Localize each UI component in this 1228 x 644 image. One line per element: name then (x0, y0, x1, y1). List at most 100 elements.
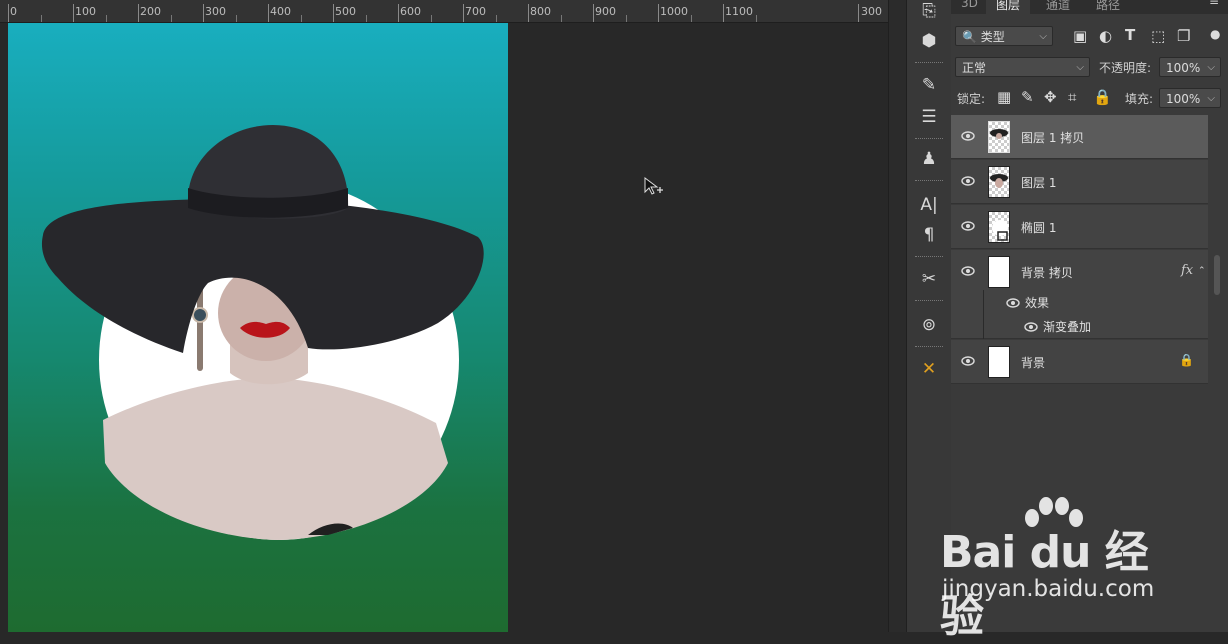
image-filter-icon[interactable]: ▣ (1073, 28, 1087, 44)
lock-icon: 🔒 (1179, 353, 1194, 367)
ruler-minor-tick (171, 15, 172, 22)
visibility-eye-icon[interactable] (1024, 320, 1038, 334)
visibility-eye-icon[interactable] (1006, 296, 1020, 310)
divider (915, 256, 943, 259)
visibility-eye-icon[interactable] (961, 354, 975, 368)
paragraph-icon[interactable]: ¶ (915, 222, 943, 248)
divider (915, 300, 943, 303)
layers-scrollbar[interactable] (1208, 115, 1228, 632)
lock-transparent-pixels-icon[interactable]: ▦ (997, 89, 1011, 105)
opacity-field[interactable]: 100% ⌵ (1159, 57, 1221, 77)
layer-thumbnail (988, 346, 1010, 378)
history-icon[interactable]: ⎘ (915, 0, 943, 24)
blend-mode-value: 正常 (962, 61, 987, 75)
layer-thumbnail (988, 166, 1010, 198)
fill-label: 填充: (1125, 92, 1154, 106)
ruler-tick (398, 4, 399, 22)
visibility-eye-icon[interactable] (961, 129, 975, 143)
brush-presets-icon[interactable]: ✎ (915, 72, 943, 98)
panel-menu-icon[interactable]: ≡ (1209, 0, 1219, 8)
ruler-tick (858, 4, 859, 22)
search-icon: 🔍 (962, 30, 977, 44)
ruler-minor-tick (301, 15, 302, 22)
filter-kind-label: 类型 (980, 30, 1005, 44)
layer-row[interactable]: 图层 1 拷贝 (951, 115, 1208, 159)
layer-name: 背景 (1021, 356, 1046, 370)
fill-field[interactable]: 100% ⌵ (1159, 88, 1221, 108)
ruler-minor-tick (626, 15, 627, 22)
expand-effects-icon[interactable]: ⌃ (1198, 266, 1206, 276)
ruler-label: 800 (530, 5, 551, 18)
document-canvas[interactable] (8, 23, 508, 632)
ruler-tick (333, 4, 334, 22)
filter-kind-select[interactable]: 🔍 类型 ⌵ (955, 26, 1053, 46)
blend-mode-select[interactable]: 正常 ⌵ (955, 57, 1090, 77)
type-filter-icon[interactable]: T (1125, 27, 1135, 43)
fill-value: 100% (1166, 92, 1201, 106)
adjustments-icon[interactable]: ☰ (915, 104, 943, 130)
gradient-overlay-effect: 渐变叠加 (1043, 320, 1092, 334)
layer-name: 图层 1 拷贝 (1021, 131, 1085, 145)
layer-row[interactable]: 椭圆 1 (951, 205, 1208, 249)
ruler-tick (73, 4, 74, 22)
horizontal-ruler[interactable]: 0 100 200 300 400 500 600 700 800 900 10… (0, 0, 888, 23)
opacity-value: 100% (1166, 61, 1201, 75)
fx-icon[interactable]: fx (1181, 263, 1193, 278)
visibility-eye-icon[interactable] (961, 264, 975, 278)
lock-image-pixels-icon[interactable]: ✎ (1021, 89, 1034, 105)
adjustment-filter-icon[interactable]: ◐ (1099, 28, 1112, 44)
ruler-tick (723, 4, 724, 22)
chevron-down-icon: ⌵ (1207, 93, 1215, 104)
ruler-tick (463, 4, 464, 22)
ruler-minor-tick (366, 15, 367, 22)
smart-object-filter-icon[interactable]: ❐ (1177, 28, 1190, 44)
clone-source-icon[interactable]: ♟ (915, 146, 943, 172)
divider (915, 346, 943, 349)
lock-artboard-icon[interactable]: ⌗ (1068, 89, 1076, 105)
layer-thumbnail (988, 121, 1010, 153)
effects-tree-line (983, 290, 984, 339)
filter-toggle-icon[interactable]: ● (1210, 26, 1220, 42)
ruler-minor-tick (561, 15, 562, 22)
effect-row[interactable]: 渐变叠加 (951, 314, 1208, 339)
visibility-eye-icon[interactable] (961, 174, 975, 188)
plugin-tools-icon[interactable]: ✕ (915, 356, 943, 382)
ruler-minor-tick (756, 15, 757, 22)
ruler-label: 200 (140, 5, 161, 18)
layer-row[interactable]: 图层 1 (951, 160, 1208, 204)
creative-cloud-icon[interactable]: ⊚ (915, 312, 943, 338)
3d-cube-icon[interactable]: ⬢ (915, 28, 943, 54)
lock-all-icon[interactable]: 🔒 (1093, 89, 1112, 105)
tab-3d[interactable]: 3D (961, 0, 978, 10)
ruler-label: 300 (205, 5, 226, 18)
character-icon[interactable]: A| (915, 192, 943, 218)
baidu-watermark: Bai du 经验 jingyan.baidu.com (940, 496, 1190, 642)
layer-row[interactable]: 背景 拷贝 fx ⌃ (951, 250, 1208, 294)
divider (915, 138, 943, 141)
ruler-tick (138, 4, 139, 22)
earring-gem (192, 307, 208, 323)
layer-name: 图层 1 (1021, 176, 1057, 190)
layer-thumbnail (988, 256, 1010, 288)
lock-position-icon[interactable]: ✥ (1044, 89, 1057, 105)
visibility-eye-icon[interactable] (961, 219, 975, 233)
effects-row[interactable]: 效果 (951, 290, 1208, 314)
scroll-thumb[interactable] (1214, 255, 1220, 295)
shape-filter-icon[interactable]: ⬚ (1151, 28, 1165, 44)
ruler-minor-tick (496, 15, 497, 22)
layer-row[interactable]: 背景 🔒 (951, 340, 1208, 384)
vertical-scrollbar[interactable] (888, 0, 907, 632)
tab-layers[interactable]: 图层 (986, 0, 1031, 14)
tool-presets-icon[interactable]: ✂ (915, 266, 943, 292)
panel-tabs: 3D 图层 通道 路径 ≡ (951, 0, 1228, 14)
chevron-down-icon: ⌵ (1076, 62, 1084, 73)
ruler-minor-tick (106, 15, 107, 22)
tab-paths[interactable]: 路径 (1096, 0, 1120, 13)
watermark-url: jingyan.baidu.com (942, 576, 1155, 602)
ruler-label: 1000 (660, 5, 688, 18)
chevron-down-icon: ⌵ (1039, 31, 1047, 42)
tab-channels[interactable]: 通道 (1046, 0, 1070, 13)
layer-thumbnail (988, 211, 1010, 243)
ruler-label: 0 (10, 5, 17, 18)
ruler-tick (268, 4, 269, 22)
